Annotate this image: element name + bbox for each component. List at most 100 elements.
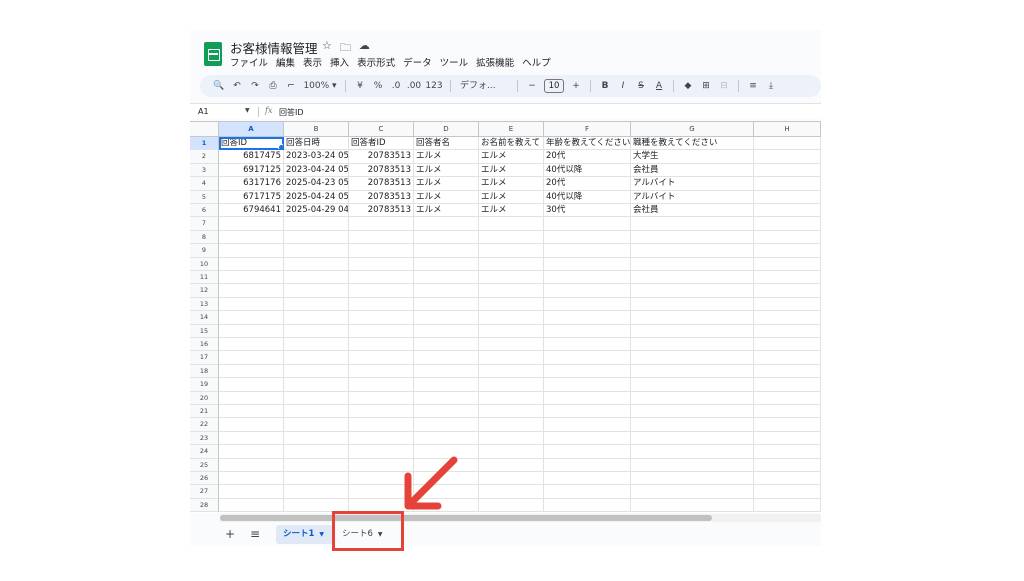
grid-cell[interactable] — [479, 472, 544, 486]
grid-cell[interactable] — [219, 405, 284, 419]
decrease-font-size-button[interactable]: − — [523, 75, 541, 97]
menu-data[interactable]: データ — [403, 55, 432, 69]
grid-cell[interactable] — [479, 338, 544, 352]
row-header[interactable]: 4 — [190, 177, 219, 191]
grid-cell[interactable] — [414, 271, 479, 285]
sheet-tab-1[interactable]: シート1 ▼ — [276, 525, 333, 544]
grid-cell[interactable] — [219, 445, 284, 459]
grid-cell[interactable] — [754, 311, 821, 325]
grid-cell[interactable]: エルメ — [414, 150, 479, 164]
grid-cell[interactable] — [479, 458, 544, 472]
row-header[interactable]: 26 — [190, 472, 219, 486]
grid-cell[interactable] — [754, 204, 821, 218]
grid-cell[interactable] — [479, 364, 544, 379]
grid-cell[interactable] — [544, 485, 631, 499]
sheets-logo[interactable] — [204, 42, 222, 66]
grid-cell[interactable] — [479, 311, 544, 325]
grid-cell[interactable]: 回答ID — [219, 137, 284, 151]
grid-cell[interactable]: 20783513 — [349, 177, 414, 191]
add-sheet-icon[interactable]: + — [225, 527, 235, 541]
grid-cell[interactable] — [219, 271, 284, 285]
grid-cell[interactable] — [349, 217, 414, 231]
grid-cell[interactable]: アルバイト — [631, 177, 754, 191]
grid-cell[interactable] — [349, 230, 414, 245]
grid-cell[interactable] — [479, 230, 544, 245]
grid-cell[interactable] — [754, 445, 821, 459]
grid-cell[interactable] — [754, 257, 821, 271]
grid-cell[interactable] — [754, 378, 821, 392]
strikethrough-button[interactable]: S — [632, 75, 650, 97]
grid-cell[interactable] — [754, 405, 821, 419]
grid-cell[interactable] — [284, 324, 349, 338]
grid-cell[interactable] — [479, 485, 544, 499]
grid-cell[interactable]: 6717175 — [219, 190, 284, 204]
grid-cell[interactable] — [414, 418, 479, 432]
grid-cell[interactable] — [284, 405, 349, 419]
grid-cell[interactable] — [284, 391, 349, 405]
all-sheets-icon[interactable]: ≡ — [250, 527, 260, 541]
grid-cell[interactable] — [219, 418, 284, 432]
row-header[interactable]: 15 — [190, 324, 219, 338]
decrease-decimal-button[interactable]: .0 — [387, 75, 405, 97]
grid-cell[interactable] — [284, 244, 349, 258]
grid-cell[interactable] — [219, 498, 284, 513]
grid-cell[interactable]: 20代 — [544, 177, 631, 191]
grid-cell[interactable] — [414, 405, 479, 419]
row-header[interactable]: 12 — [190, 284, 219, 298]
grid-cell[interactable] — [219, 284, 284, 298]
grid-cell[interactable] — [544, 324, 631, 338]
grid-cell[interactable] — [544, 391, 631, 405]
row-header[interactable]: 16 — [190, 338, 219, 352]
grid-cell[interactable] — [414, 364, 479, 379]
row-header[interactable]: 21 — [190, 405, 219, 419]
grid-cell[interactable]: 6317176 — [219, 177, 284, 191]
menu-help[interactable]: ヘルプ — [522, 55, 551, 69]
row-header[interactable]: 28 — [190, 498, 219, 513]
undo-icon[interactable]: ↶ — [228, 75, 246, 97]
grid-cell[interactable] — [631, 405, 754, 419]
grid-cell[interactable] — [479, 498, 544, 513]
grid-cell[interactable] — [631, 257, 754, 271]
row-header[interactable]: 2 — [190, 150, 219, 164]
grid-cell[interactable] — [349, 351, 414, 365]
grid-cell[interactable] — [414, 297, 479, 312]
grid-cell[interactable]: 会社員 — [631, 204, 754, 218]
text-color-button[interactable]: A — [650, 75, 668, 97]
column-header-d[interactable]: D — [414, 122, 479, 137]
grid-cell[interactable]: アルバイト — [631, 190, 754, 204]
grid-cell[interactable] — [219, 324, 284, 338]
grid-cell[interactable] — [754, 338, 821, 352]
grid-cell[interactable]: 2023-03-24 05:2 — [284, 150, 349, 164]
grid-cell[interactable] — [219, 458, 284, 472]
grid-cell[interactable] — [544, 311, 631, 325]
grid-cell[interactable] — [479, 257, 544, 271]
grid-cell[interactable] — [544, 498, 631, 513]
row-header[interactable]: 7 — [190, 217, 219, 231]
grid-cell[interactable] — [219, 244, 284, 258]
grid-cell[interactable] — [754, 351, 821, 365]
grid-cell[interactable] — [544, 405, 631, 419]
grid-cell[interactable] — [414, 257, 479, 271]
row-header[interactable]: 6 — [190, 204, 219, 218]
grid-cell[interactable] — [544, 364, 631, 379]
grid-cell[interactable] — [349, 311, 414, 325]
grid-cell[interactable] — [544, 230, 631, 245]
grid-cell[interactable] — [414, 391, 479, 405]
grid-cell[interactable]: 20783513 — [349, 190, 414, 204]
print-icon[interactable]: ⎙ — [264, 75, 282, 97]
increase-font-size-button[interactable]: + — [567, 75, 585, 97]
grid-cell[interactable] — [754, 150, 821, 164]
grid-cell[interactable] — [219, 351, 284, 365]
grid-cell[interactable] — [544, 418, 631, 432]
grid-cell[interactable] — [414, 244, 479, 258]
horizontal-scrollbar[interactable] — [220, 514, 821, 522]
grid-cell[interactable] — [479, 418, 544, 432]
grid-cell[interactable] — [479, 324, 544, 338]
grid-cell[interactable]: 20783513 — [349, 204, 414, 218]
grid-cell[interactable] — [284, 445, 349, 459]
grid-cell[interactable] — [631, 311, 754, 325]
grid-cell[interactable]: 6917125 — [219, 163, 284, 178]
grid-cell[interactable] — [631, 217, 754, 231]
grid-cell[interactable] — [631, 364, 754, 379]
grid-cell[interactable] — [754, 217, 821, 231]
